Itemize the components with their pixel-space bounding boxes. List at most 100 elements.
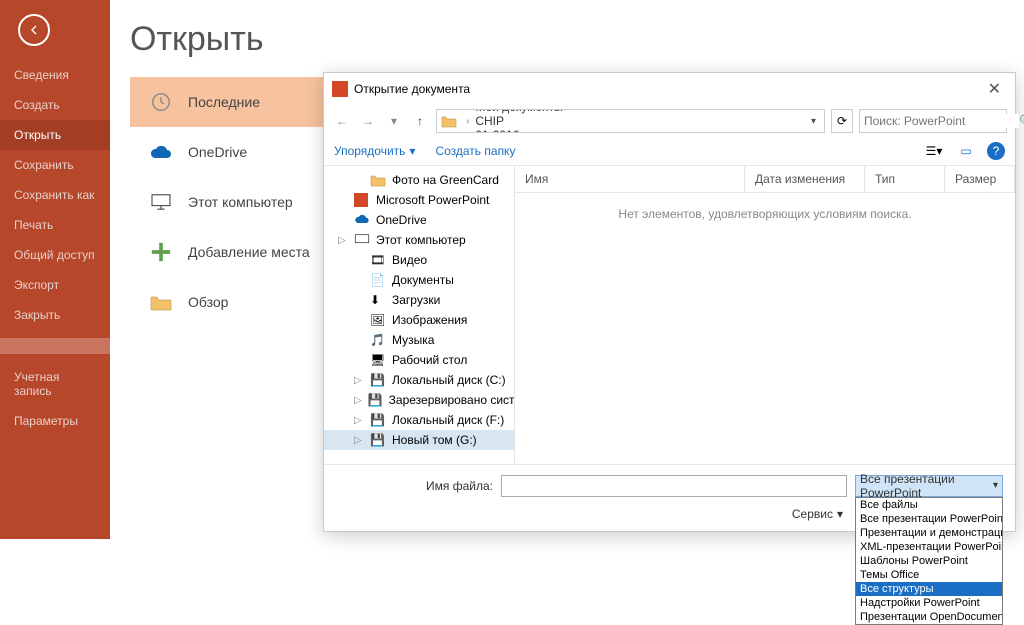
tree-label: Зарезервировано системой (D:) [389, 393, 515, 407]
nav-tree: Фото на GreenCardMicrosoft PowerPoint One… [324, 166, 515, 464]
tree-label: Новый том (G:) [392, 433, 477, 447]
tree-item[interactable]: ▷💾Локальный диск (C:) [324, 370, 514, 390]
expand-icon[interactable]: ▷ [354, 415, 364, 426]
nav-recent-button[interactable]: ▾ [384, 111, 404, 131]
tree-item[interactable]: ▷ Этот компьютер [324, 230, 514, 250]
backstage-nav: СведенияСоздатьОткрытьСохранитьСохранить… [0, 60, 110, 436]
drive-icon: 💾 [368, 393, 383, 407]
column-header[interactable]: Тип [865, 166, 945, 192]
service-button[interactable]: Сервис ▾ [792, 507, 843, 521]
location-item[interactable]: Обзор [130, 277, 330, 327]
dl-icon: ⬇ [370, 293, 386, 307]
refresh-button[interactable]: ⟳ [831, 109, 853, 133]
expand-icon[interactable]: ▷ [354, 435, 364, 446]
filetype-select[interactable]: Все презентации PowerPoint ▾ [855, 475, 1003, 497]
filetype-option[interactable]: Все структуры [856, 582, 1002, 596]
filename-input[interactable] [501, 475, 847, 497]
location-label: Обзор [188, 294, 228, 310]
sidebar-item[interactable]: Сохранить [0, 150, 110, 180]
sidebar-item[interactable]: Создать [0, 90, 110, 120]
tree-label: Документы [392, 273, 454, 287]
sidebar-item[interactable]: Сведения [0, 60, 110, 90]
chevron-right-icon: › [466, 109, 469, 113]
filename-label: Имя файла: [426, 479, 493, 493]
close-button[interactable]: ✕ [982, 79, 1007, 99]
dialog-nav: ← → ▾ ↑ › Новый том (G:)›Мои документы›C… [324, 105, 1015, 137]
preview-pane-button[interactable]: ▭ [955, 141, 977, 161]
nav-back-button[interactable]: ← [332, 111, 352, 131]
organize-button[interactable]: Упорядочить ▾ [334, 144, 415, 158]
breadcrumb-bar[interactable]: › Новый том (G:)›Мои документы›CHIP›01-2… [436, 109, 825, 133]
column-header[interactable]: Размер [945, 166, 1015, 192]
filetype-option[interactable]: Все презентации PowerPoint [856, 512, 1002, 526]
tree-item[interactable]: 🎞Видео [324, 250, 514, 270]
tree-item[interactable]: Microsoft PowerPoint [324, 190, 514, 210]
location-item[interactable]: Последние [130, 77, 330, 127]
filetype-option[interactable]: XML-презентации PowerPoint [856, 540, 1002, 554]
new-folder-button[interactable]: Создать папку [435, 144, 515, 158]
cloud-icon [354, 213, 370, 227]
location-item[interactable]: OneDrive [130, 127, 330, 177]
filetype-option[interactable]: Шаблоны PowerPoint [856, 554, 1002, 568]
expand-icon[interactable]: ▷ [338, 235, 348, 246]
filetype-option[interactable]: Презентации и демонстрации [856, 526, 1002, 540]
help-button[interactable]: ? [987, 142, 1005, 160]
dialog-body: Фото на GreenCardMicrosoft PowerPoint One… [324, 166, 1015, 465]
location-list: ПоследниеOneDriveЭтот компьютерДобавлени… [130, 77, 330, 327]
sidebar-item[interactable]: Учетная запись [0, 362, 110, 406]
img-icon: 🖼 [370, 313, 386, 327]
sidebar-item[interactable]: Открыть [0, 120, 110, 150]
breadcrumb-segment[interactable]: ›01-2016 [463, 128, 563, 133]
drive-icon: 💾 [370, 413, 386, 427]
tree-item[interactable]: ▷💾Новый том (G:) [324, 430, 514, 450]
tree-item[interactable]: ▷ 💾 Локальный диск (F:) [324, 410, 514, 430]
filetype-option[interactable]: Все файлы [856, 498, 1002, 512]
sidebar-item[interactable]: Параметры [0, 406, 110, 436]
search-input[interactable] [864, 114, 1019, 128]
video-icon: 🎞 [370, 253, 386, 267]
dialog-footer: Имя файла: Все презентации PowerPoint ▾ … [324, 465, 1015, 531]
empty-message: Нет элементов, удовлетворяющих условиям … [515, 193, 1015, 464]
tree-label: Этот компьютер [376, 233, 466, 247]
add-place-icon [148, 239, 174, 265]
sidebar-item[interactable]: Экспорт [0, 270, 110, 300]
filetype-option[interactable]: Презентации OpenDocument [856, 610, 1002, 624]
sidebar-item[interactable]: Закрыть [0, 300, 110, 330]
drive-icon: 💾 [370, 373, 386, 387]
search-icon[interactable]: 🔍 [1019, 114, 1024, 128]
sidebar-item[interactable]: Печать [0, 210, 110, 240]
chevron-right-icon: › [466, 130, 469, 134]
backstage-sidebar: СведенияСоздатьОткрытьСохранитьСохранить… [0, 0, 110, 539]
expand-icon[interactable]: ▷ [354, 375, 364, 386]
tree-label: OneDrive [376, 213, 427, 227]
nav-forward-button[interactable]: → [358, 111, 378, 131]
folder-icon [370, 173, 386, 187]
tree-item[interactable]: ▷ 💾 Зарезервировано системой (D:) [324, 390, 514, 410]
sidebar-item[interactable]: Сохранить как [0, 180, 110, 210]
nav-up-button[interactable]: ↑ [410, 111, 430, 131]
breadcrumb-segment[interactable]: ›CHIP [463, 114, 563, 128]
tree-label: Локальный диск (F:) [392, 413, 504, 427]
dialog-title: Открытие документа [354, 82, 470, 96]
view-options-button[interactable]: ☰▾ [923, 141, 945, 161]
column-header[interactable]: Имя [515, 166, 745, 192]
expand-icon[interactable]: ▷ [354, 395, 362, 406]
tree-item[interactable]: 🖼Изображения [324, 310, 514, 330]
music-icon: 🎵 [370, 333, 386, 347]
chevron-down-icon[interactable]: ▾ [807, 116, 820, 127]
dialog-titlebar: Открытие документа ✕ [324, 73, 1015, 105]
sidebar-item[interactable]: Общий доступ [0, 240, 110, 270]
filetype-option[interactable]: Темы Office [856, 568, 1002, 582]
tree-item[interactable]: 🎵Музыка [324, 330, 514, 350]
location-item[interactable]: Добавление места [130, 227, 330, 277]
tree-item[interactable]: ⬇Загрузки [324, 290, 514, 310]
tree-item[interactable]: 🖥Рабочий стол [324, 350, 514, 370]
tree-item[interactable]: Фото на GreenCard [324, 170, 514, 190]
tree-item[interactable]: OneDrive [324, 210, 514, 230]
search-box[interactable]: 🔍 [859, 109, 1007, 133]
location-item[interactable]: Этот компьютер [130, 177, 330, 227]
tree-item[interactable]: 📄Документы [324, 270, 514, 290]
filetype-option[interactable]: Надстройки PowerPoint [856, 596, 1002, 610]
back-button[interactable] [18, 14, 50, 46]
column-header[interactable]: Дата изменения [745, 166, 865, 192]
